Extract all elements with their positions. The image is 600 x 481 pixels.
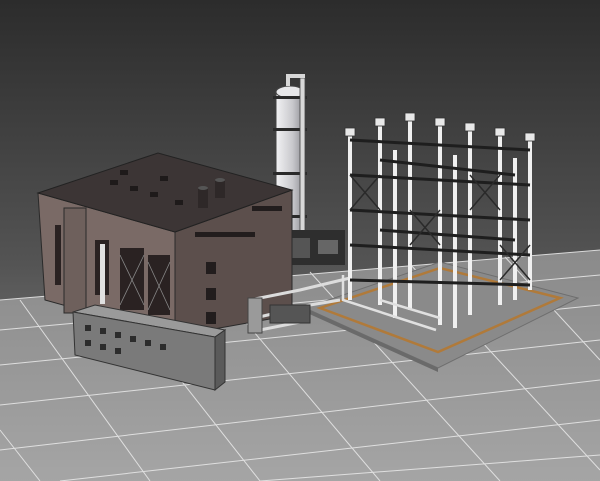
- plant-scene: [0, 0, 600, 481]
